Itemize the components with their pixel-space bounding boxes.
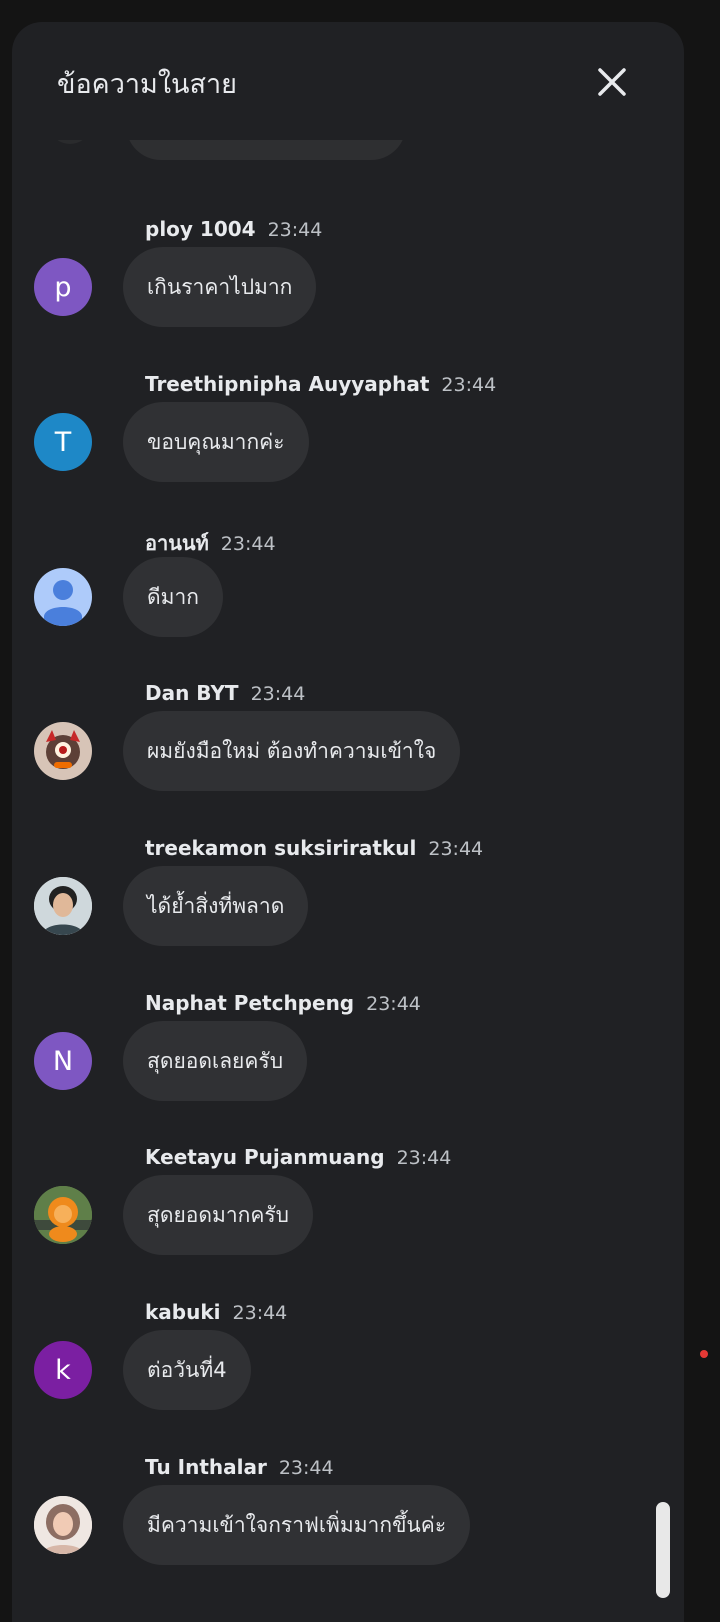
message-header: Keetayu Pujanmuang 23:44: [145, 1145, 451, 1175]
avatar: T: [34, 413, 92, 471]
mascot-avatar-icon: [46, 730, 80, 769]
lion-avatar-icon: [34, 1186, 92, 1244]
message-bubble: [126, 140, 406, 160]
message-bubble: สุดยอดมากครับ: [123, 1175, 314, 1255]
message-bubble: ผมยังมือใหม่ ต้องทำความเข้าใจ: [123, 711, 461, 791]
message-time: 23:44: [278, 1457, 334, 1479]
avatar: k: [34, 1341, 92, 1399]
avatar: [34, 568, 92, 626]
message-author: ploy 1004: [145, 217, 256, 241]
message-item: treekamon suksiriratkul 23:44 ได้ย้ำสิ่งท…: [12, 836, 684, 976]
profile-photo-icon: [34, 877, 92, 935]
message-header: Treethipnipha Auyyaphat 23:44: [145, 372, 496, 402]
message-list[interactable]: ploy 1004 23:44 p เกินราคาไปมาก Treethipn…: [12, 140, 684, 1622]
message-bubble: ได้ย้ำสิ่งที่พลาด: [123, 866, 309, 946]
message-bubble: ต่อวันที่4: [123, 1330, 251, 1410]
message-author: อานนท์: [145, 531, 209, 555]
avatar: [34, 1186, 92, 1244]
avatar: p: [34, 258, 92, 316]
avatar: [34, 722, 92, 780]
message-header: Tu Inthalar 23:44: [145, 1455, 334, 1485]
message-item: Treethipnipha Auyyaphat 23:44 T ขอบคุณมาก…: [12, 372, 684, 512]
message-time: 23:44: [232, 1302, 288, 1324]
message-author: Naphat Petchpeng: [145, 991, 355, 1015]
message-item: Naphat Petchpeng 23:44 N สุดยอดเลยครับ: [12, 991, 684, 1131]
message-header: treekamon suksiriratkul 23:44: [145, 836, 483, 866]
message-author: kabuki: [145, 1300, 221, 1324]
message-header: kabuki 23:44: [145, 1300, 287, 1330]
message-time: 23:44: [220, 533, 276, 555]
scrollbar-thumb[interactable]: [656, 1502, 670, 1598]
avatar: [34, 1496, 92, 1554]
message-time: 23:44: [441, 374, 497, 396]
indicator-dot: [700, 1350, 708, 1358]
message-author: treekamon suksiriratkul: [145, 836, 417, 860]
message-header: ploy 1004 23:44: [145, 217, 322, 247]
message-item: ploy 1004 23:44 p เกินราคาไปมาก: [12, 217, 684, 357]
message-item: kabuki 23:44 k ต่อวันที่4: [12, 1300, 684, 1440]
message-author: Keetayu Pujanmuang: [145, 1145, 385, 1169]
message-author: Tu Inthalar: [145, 1455, 267, 1479]
message-header: อานนท์ 23:44: [145, 527, 276, 557]
avatar: [52, 140, 88, 144]
message-bubble: มีความเข้าใจกราฟเพิ่มมากขึ้นค่ะ: [123, 1485, 471, 1565]
in-call-messages-panel: ข้อความในสาย ploy 1004 23:44 p เกินราคาไป…: [12, 22, 684, 1622]
message-item: อานนท์ 23:44 ดีมาก: [12, 527, 684, 667]
message-time: 23:44: [428, 838, 484, 860]
message-author: Treethipnipha Auyyaphat: [145, 372, 430, 396]
panel-title: ข้อความในสาย: [57, 69, 237, 100]
close-icon: [598, 68, 626, 96]
message-bubble: สุดยอดเลยครับ: [123, 1021, 308, 1101]
panel-header: ข้อความในสาย: [12, 22, 684, 140]
message-time: 23:44: [396, 1147, 452, 1169]
message-bubble: เกินราคาไปมาก: [123, 247, 317, 327]
message-header: Dan BYT 23:44: [145, 681, 305, 711]
default-person-icon: [44, 580, 82, 626]
message-item: Tu Inthalar 23:44 มีความเข้าใจกราฟเพิ่มมา…: [12, 1455, 684, 1595]
message-bubble: ดีมาก: [123, 557, 223, 637]
message-time: 23:44: [250, 683, 306, 705]
message-time: 23:44: [366, 993, 421, 1015]
message-item: Dan BYT 23:44 ผมยังมือใหม่ ต้องทำความเข้า…: [12, 681, 684, 821]
message-author: Dan BYT: [145, 681, 239, 705]
message-time: 23:44: [267, 219, 323, 241]
avatar: N: [34, 1032, 92, 1090]
message-item: Keetayu Pujanmuang 23:44 สุดยอดมากครับ: [12, 1145, 684, 1285]
message-bubble: ขอบคุณมากค่ะ: [123, 402, 309, 482]
profile-photo-icon: [34, 1496, 92, 1554]
close-button[interactable]: [590, 60, 634, 104]
avatar: [34, 877, 92, 935]
message-header: Naphat Petchpeng 23:44: [145, 991, 421, 1021]
